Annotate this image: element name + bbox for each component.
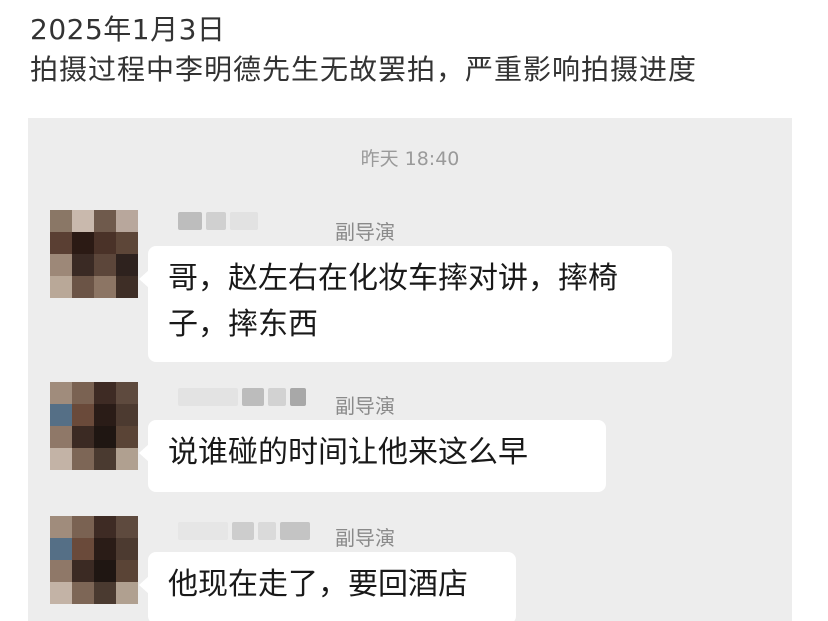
sender-role: 副导演 — [335, 526, 395, 550]
chat-timestamp: 昨天 18:40 — [360, 148, 460, 170]
sender-name-redacted — [178, 384, 306, 410]
message-text-line: 哥，赵左右在化妆车摔对讲，摔椅 — [168, 261, 618, 296]
message-text: 说谁碰的时间让他来这么早 — [168, 435, 528, 470]
message-bubble[interactable]: 他现在走了，要回酒店 — [139, 552, 516, 621]
chat-screenshot: 昨天 18:40 副导演 哥，赵左右在化妆车摔对讲，摔椅 子，摔东西 副导演 说… — [28, 118, 792, 621]
post-date: 2025年1月3日 — [30, 13, 226, 46]
post-caption: 拍摄过程中李明德先生无故罢拍，严重影响拍摄进度 — [30, 53, 698, 86]
sender-name-redacted — [178, 518, 310, 544]
avatar[interactable] — [50, 210, 138, 298]
message-text-line: 子，摔东西 — [168, 307, 318, 342]
sender-role: 副导演 — [335, 394, 395, 418]
sender-name-redacted — [178, 208, 258, 234]
message-bubble[interactable]: 哥，赵左右在化妆车摔对讲，摔椅 子，摔东西 — [139, 246, 672, 362]
avatar[interactable] — [50, 382, 138, 470]
avatar[interactable] — [50, 516, 138, 604]
message-text: 他现在走了，要回酒店 — [168, 567, 468, 602]
message-bubble[interactable]: 说谁碰的时间让他来这么早 — [139, 420, 606, 492]
sender-role: 副导演 — [335, 220, 395, 244]
